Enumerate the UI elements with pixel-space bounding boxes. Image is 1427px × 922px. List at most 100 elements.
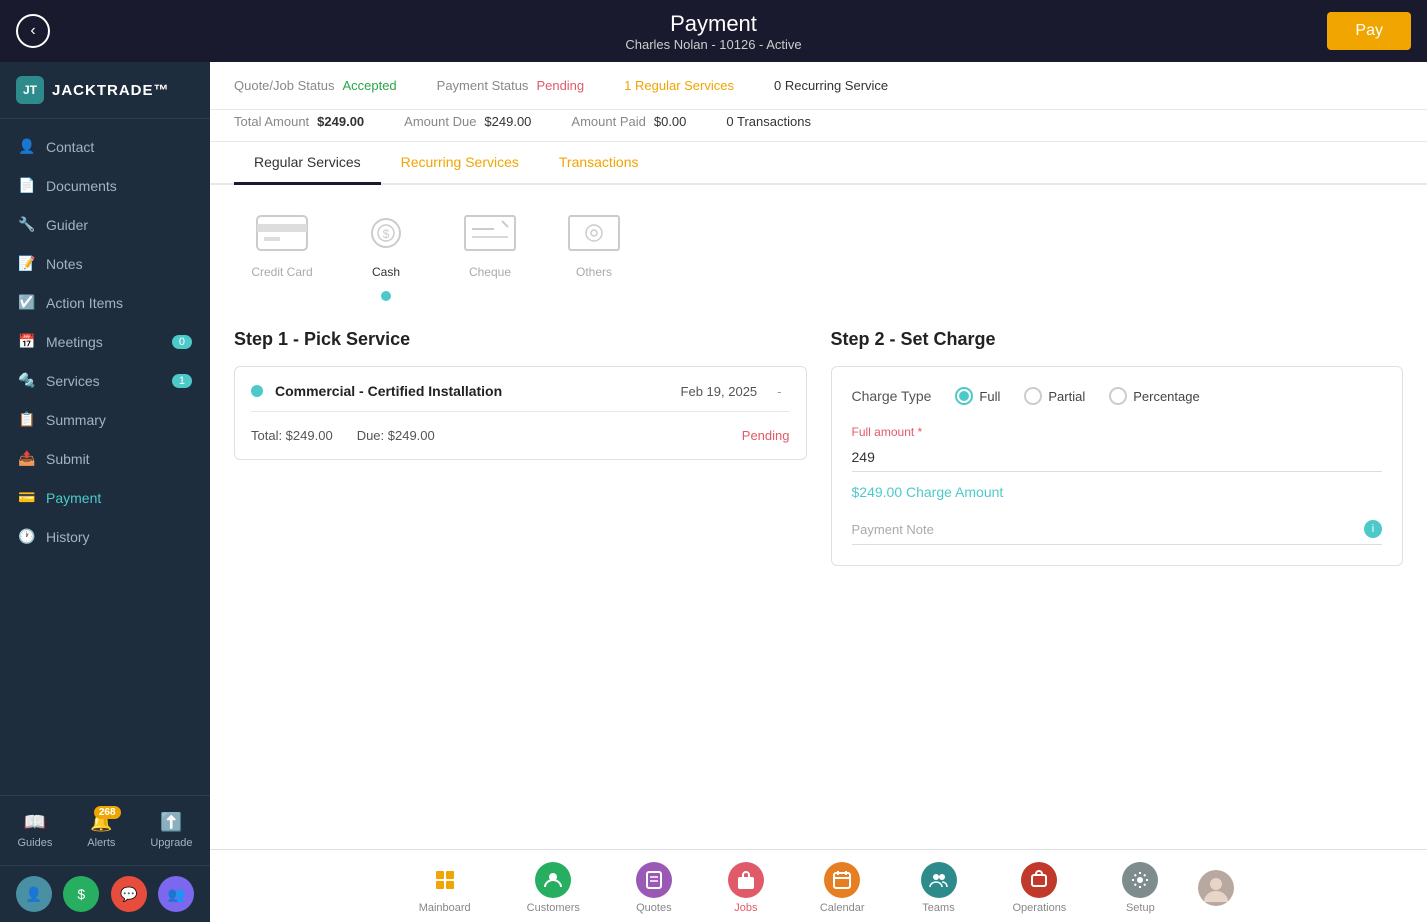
sidebar-item-guider[interactable]: 🔧 Guider xyxy=(0,205,210,244)
sidebar-item-documents[interactable]: 📄 Documents xyxy=(0,166,210,205)
sidebar-nav: 👤 Contact 📄 Documents 🔧 Guider 📝 Notes ☑… xyxy=(0,119,210,795)
payment-methods: Credit Card $ Cash xyxy=(210,185,1427,313)
amount-due-value: $249.00 xyxy=(484,114,531,129)
cheque-icon xyxy=(458,209,522,257)
service-status: Pending xyxy=(742,428,790,443)
quote-status-label: Quote/Job Status xyxy=(234,78,334,93)
sidebar-label: Summary xyxy=(46,412,106,428)
total-amount-label: Total Amount xyxy=(234,114,309,129)
nav-jobs[interactable]: Jobs xyxy=(700,858,792,918)
cash-label: Cash xyxy=(372,265,400,279)
sidebar-item-action-items[interactable]: ☑️ Action Items xyxy=(0,283,210,322)
sidebar-item-payment[interactable]: 💳 Payment xyxy=(0,478,210,517)
sidebar-item-meetings[interactable]: 📅 Meetings 0 xyxy=(0,322,210,361)
service-row: Commercial - Certified Installation Feb … xyxy=(251,383,790,412)
pay-method-cheque[interactable]: Cheque xyxy=(458,209,522,279)
alerts-label: Alerts xyxy=(87,837,115,849)
radio-percentage-label: Percentage xyxy=(1133,389,1200,404)
pay-method-others[interactable]: Others xyxy=(562,209,626,279)
sidebar-item-submit[interactable]: 📤 Submit xyxy=(0,439,210,478)
pay-method-credit-card[interactable]: Credit Card xyxy=(250,209,314,279)
total-amount-item: Total Amount $249.00 xyxy=(234,114,364,129)
steps-row: Step 1 - Pick Service Commercial - Certi… xyxy=(210,313,1427,849)
user-avatar-wrap[interactable] xyxy=(1186,858,1246,918)
action-dollar-button[interactable]: $ xyxy=(63,876,99,912)
pay-method-cash[interactable]: $ Cash xyxy=(354,209,418,301)
radio-full[interactable]: Full xyxy=(955,387,1000,405)
sidebar-logo: JT JACKTRADE™ xyxy=(0,62,210,119)
credit-card-label: Credit Card xyxy=(251,265,312,279)
user-avatar xyxy=(1198,870,1234,906)
sidebar-label: Submit xyxy=(46,451,90,467)
regular-services-item: 1 Regular Services xyxy=(624,78,734,93)
nav-mainboard[interactable]: Mainboard xyxy=(391,858,499,918)
sidebar-icon: 📝 xyxy=(18,255,36,272)
service-dash: - xyxy=(777,384,781,399)
payment-note-label: Payment Note xyxy=(852,522,934,537)
mainboard-label: Mainboard xyxy=(419,902,471,914)
cheque-label: Cheque xyxy=(469,265,511,279)
mainboard-icon xyxy=(427,862,463,898)
tab-transactions[interactable]: Transactions xyxy=(539,142,659,185)
upgrade-icon: ⬆️ xyxy=(160,812,182,833)
service-info: Commercial - Certified Installation xyxy=(275,383,669,399)
transactions-item: 0 Transactions xyxy=(726,114,811,129)
amount-paid-value: $0.00 xyxy=(654,114,687,129)
action-chat-button[interactable]: 💬 xyxy=(111,876,147,912)
header-title-group: Payment Charles Nolan - 10126 - Active xyxy=(625,11,801,52)
regular-services-link[interactable]: 1 Regular Services xyxy=(624,78,734,93)
radio-partial[interactable]: Partial xyxy=(1024,387,1085,405)
amount-input[interactable] xyxy=(852,443,1383,472)
sidebar-bottom-guides[interactable]: 📖 Guides xyxy=(7,806,62,855)
nav-customers[interactable]: Customers xyxy=(499,858,608,918)
back-button[interactable]: ‹ xyxy=(16,14,50,48)
sidebar-icon: 💳 xyxy=(18,489,36,506)
amount-paid-label: Amount Paid xyxy=(571,114,645,129)
sidebar-icon: 📅 xyxy=(18,333,36,350)
amount-due-item: Amount Due $249.00 xyxy=(404,114,531,129)
charge-box: Charge Type Full Partial P xyxy=(831,366,1404,566)
charge-type-label: Charge Type xyxy=(852,388,932,404)
content-area: Quote/Job Status Accepted Payment Status… xyxy=(210,62,1427,849)
quote-status-value: Accepted xyxy=(342,78,396,93)
nav-operations[interactable]: Operations xyxy=(985,858,1095,918)
nav-quotes[interactable]: Quotes xyxy=(608,858,700,918)
nav-calendar[interactable]: Calendar xyxy=(792,858,893,918)
sidebar-bottom-bar: 📖 Guides 🔔 268 Alerts ⬆️ Upgrade xyxy=(0,795,210,865)
info-icon[interactable]: i xyxy=(1364,520,1382,538)
sidebar-item-contact[interactable]: 👤 Contact xyxy=(0,127,210,166)
logo-text: JACKTRADE™ xyxy=(52,82,170,99)
nav-teams[interactable]: Teams xyxy=(893,858,985,918)
sidebar-icon: 🔧 xyxy=(18,216,36,233)
operations-icon xyxy=(1021,862,1057,898)
pay-button[interactable]: Pay xyxy=(1327,12,1411,50)
tab-regular-services[interactable]: Regular Services xyxy=(234,142,381,185)
sidebar-bottom-alerts[interactable]: 🔔 268 Alerts xyxy=(77,806,125,855)
sidebar-label: Guider xyxy=(46,217,88,233)
teams-icon xyxy=(921,862,957,898)
radio-percentage[interactable]: Percentage xyxy=(1109,387,1200,405)
charge-amount-text: $249.00 Charge Amount xyxy=(852,484,1383,500)
sidebar-item-services[interactable]: 🔩 Services 1 xyxy=(0,361,210,400)
sidebar-bottom-upgrade[interactable]: ⬆️ Upgrade xyxy=(140,806,202,855)
recurring-service-item: 0 Recurring Service xyxy=(774,78,888,93)
jobs-label: Jobs xyxy=(734,902,757,914)
action-user-button[interactable]: 👤 xyxy=(16,876,52,912)
sidebar-label: History xyxy=(46,529,90,545)
bottom-nav: Mainboard Customers Quotes Jobs xyxy=(210,849,1427,922)
sidebar-badge: 0 xyxy=(172,335,192,349)
nav-setup[interactable]: Setup xyxy=(1094,858,1186,918)
others-label: Others xyxy=(576,265,612,279)
sidebar-icon: 📋 xyxy=(18,411,36,428)
cash-icon: $ xyxy=(354,209,418,257)
transactions-value: 0 Transactions xyxy=(726,114,811,129)
quote-status-item: Quote/Job Status Accepted xyxy=(234,78,397,93)
sidebar-item-history[interactable]: 🕐 History xyxy=(0,517,210,556)
action-group-button[interactable]: 👥 xyxy=(158,876,194,912)
page-subtitle: Charles Nolan - 10126 - Active xyxy=(625,37,801,52)
calendar-label: Calendar xyxy=(820,902,865,914)
tab-recurring-services[interactable]: Recurring Services xyxy=(381,142,539,185)
sidebar-item-notes[interactable]: 📝 Notes xyxy=(0,244,210,283)
service-name: Commercial - Certified Installation xyxy=(275,383,669,399)
sidebar-item-summary[interactable]: 📋 Summary xyxy=(0,400,210,439)
